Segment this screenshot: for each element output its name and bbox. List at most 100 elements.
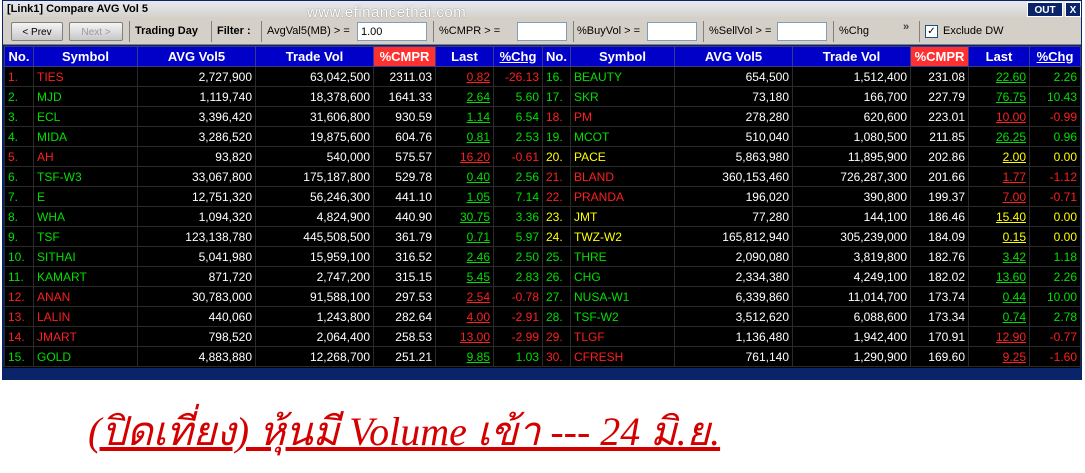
chg-cell[interactable]: -0.61 bbox=[493, 146, 543, 167]
chg-cell[interactable]: -1.60 bbox=[1029, 346, 1081, 367]
cmpr-cell[interactable]: 173.34 bbox=[910, 306, 969, 327]
cmpr-cell[interactable]: 1641.33 bbox=[373, 86, 436, 107]
symbol-cell[interactable]: THRE bbox=[570, 246, 675, 267]
cmpr-cell[interactable]: 227.79 bbox=[910, 86, 969, 107]
last-cell[interactable]: 1.14 bbox=[435, 106, 494, 127]
chg-cell[interactable]: 2.56 bbox=[493, 166, 543, 187]
table-row[interactable]: 11. KAMART 871,720 2,747,200 315.15 5.45 2.83 2… bbox=[4, 266, 1081, 287]
cmpr-cell[interactable]: 211.85 bbox=[910, 126, 969, 147]
trade-vol-cell[interactable]: 1,243,800 bbox=[255, 306, 374, 327]
chg-cell[interactable]: 0.00 bbox=[1029, 206, 1081, 227]
symbol-cell[interactable]: JMT bbox=[570, 206, 675, 227]
table-row[interactable]: 6. TSF-W3 33,067,800 175,187,800 529.78 0.40 2… bbox=[4, 166, 1081, 187]
symbol-cell[interactable]: ANAN bbox=[33, 286, 138, 307]
buyvol-filter-input[interactable] bbox=[647, 22, 697, 41]
last-cell[interactable]: 0.44 bbox=[968, 286, 1030, 307]
row-number[interactable]: 27. bbox=[542, 286, 571, 307]
chg-cell[interactable]: 2.83 bbox=[493, 266, 543, 287]
chg-cell[interactable]: -0.99 bbox=[1029, 106, 1081, 127]
symbol-cell[interactable]: TIES bbox=[33, 66, 138, 87]
symbol-cell[interactable]: MCOT bbox=[570, 126, 675, 147]
cmpr-cell[interactable]: 297.53 bbox=[373, 286, 436, 307]
cmpr-cell[interactable]: 182.76 bbox=[910, 246, 969, 267]
symbol-cell[interactable]: TSF-W2 bbox=[570, 306, 675, 327]
symbol-cell[interactable]: PM bbox=[570, 106, 675, 127]
cmpr-cell[interactable]: 930.59 bbox=[373, 106, 436, 127]
last-cell[interactable]: 13.60 bbox=[968, 266, 1030, 287]
avg-vol5-cell[interactable]: 1,119,740 bbox=[137, 86, 256, 107]
symbol-cell[interactable]: GOLD bbox=[33, 346, 138, 367]
symbol-cell[interactable]: JMART bbox=[33, 326, 138, 347]
symbol-cell[interactable]: NUSA-W1 bbox=[570, 286, 675, 307]
row-number[interactable]: 5. bbox=[4, 146, 34, 167]
chg-cell[interactable]: 2.78 bbox=[1029, 306, 1081, 327]
avg-vol5-cell[interactable]: 30,783,000 bbox=[137, 286, 256, 307]
cmpr-cell[interactable]: 441.10 bbox=[373, 186, 436, 207]
table-row[interactable]: 3. ECL 3,396,420 31,606,800 930.59 1.14 6.54 18… bbox=[4, 106, 1081, 127]
trade-vol-cell[interactable]: 1,512,400 bbox=[792, 66, 911, 87]
trade-vol-cell[interactable]: 4,824,900 bbox=[255, 206, 374, 227]
chg-cell[interactable]: 2.26 bbox=[1029, 266, 1081, 287]
table-row[interactable]: 8. WHA 1,094,320 4,824,900 440.90 30.75 3.36 23… bbox=[4, 206, 1081, 227]
trade-vol-cell[interactable]: 63,042,500 bbox=[255, 66, 374, 87]
last-cell[interactable]: 2.64 bbox=[435, 86, 494, 107]
avg-vol5-cell[interactable]: 278,280 bbox=[674, 106, 793, 127]
header-cmpr[interactable]: %CMPR bbox=[373, 46, 436, 67]
trade-vol-cell[interactable]: 15,959,100 bbox=[255, 246, 374, 267]
header-trade-vol[interactable]: Trade Vol bbox=[792, 46, 911, 67]
avg-vol5-cell[interactable]: 123,138,780 bbox=[137, 226, 256, 247]
row-number[interactable]: 16. bbox=[542, 66, 571, 87]
symbol-cell[interactable]: CHG bbox=[570, 266, 675, 287]
row-number[interactable]: 10. bbox=[4, 246, 34, 267]
symbol-cell[interactable]: WHA bbox=[33, 206, 138, 227]
symbol-cell[interactable]: TSF bbox=[33, 226, 138, 247]
trade-vol-cell[interactable]: 56,246,300 bbox=[255, 186, 374, 207]
avg-vol5-cell[interactable]: 761,140 bbox=[674, 346, 793, 367]
table-row[interactable]: 15. GOLD 4,883,880 12,268,700 251.21 9.85 1.03… bbox=[4, 346, 1081, 367]
chg-cell[interactable]: 0.00 bbox=[1029, 146, 1081, 167]
chg-cell[interactable]: 2.26 bbox=[1029, 66, 1081, 87]
table-row[interactable]: 2. MJD 1,119,740 18,378,600 1641.33 2.64 5.60 1… bbox=[4, 86, 1081, 107]
avg-vol5-cell[interactable]: 654,500 bbox=[674, 66, 793, 87]
last-cell[interactable]: 7.00 bbox=[968, 186, 1030, 207]
header-trade-vol[interactable]: Trade Vol bbox=[255, 46, 374, 67]
row-number[interactable]: 30. bbox=[542, 346, 571, 367]
row-number[interactable]: 19. bbox=[542, 126, 571, 147]
trade-vol-cell[interactable]: 1,080,500 bbox=[792, 126, 911, 147]
last-cell[interactable]: 9.25 bbox=[968, 346, 1030, 367]
chg-cell[interactable]: 3.36 bbox=[493, 206, 543, 227]
symbol-cell[interactable]: SITHAI bbox=[33, 246, 138, 267]
trade-vol-cell[interactable]: 4,249,100 bbox=[792, 266, 911, 287]
chg-cell[interactable]: 5.97 bbox=[493, 226, 543, 247]
header-last[interactable]: Last bbox=[435, 46, 494, 67]
chg-cell[interactable]: 7.14 bbox=[493, 186, 543, 207]
last-cell[interactable]: 2.46 bbox=[435, 246, 494, 267]
row-number[interactable]: 18. bbox=[542, 106, 571, 127]
last-cell[interactable]: 3.42 bbox=[968, 246, 1030, 267]
row-number[interactable]: 23. bbox=[542, 206, 571, 227]
symbol-cell[interactable]: E bbox=[33, 186, 138, 207]
last-cell[interactable]: 9.85 bbox=[435, 346, 494, 367]
header-cmpr[interactable]: %CMPR bbox=[910, 46, 969, 67]
avg-vol5-cell[interactable]: 1,136,480 bbox=[674, 326, 793, 347]
avg-vol5-cell[interactable]: 77,280 bbox=[674, 206, 793, 227]
row-number[interactable]: 6. bbox=[4, 166, 34, 187]
last-cell[interactable]: 0.82 bbox=[435, 66, 494, 87]
row-number[interactable]: 12. bbox=[4, 286, 34, 307]
avg-vol5-cell[interactable]: 2,334,380 bbox=[674, 266, 793, 287]
chg-cell[interactable]: 6.54 bbox=[493, 106, 543, 127]
row-number[interactable]: 14. bbox=[4, 326, 34, 347]
cmpr-cell[interactable]: 2311.03 bbox=[373, 66, 436, 87]
avg-vol5-cell[interactable]: 510,040 bbox=[674, 126, 793, 147]
chg-cell[interactable]: 2.53 bbox=[493, 126, 543, 147]
avg-vol5-cell[interactable]: 2,727,900 bbox=[137, 66, 256, 87]
cmpr-cell[interactable]: 361.79 bbox=[373, 226, 436, 247]
chg-cell[interactable]: -1.12 bbox=[1029, 166, 1081, 187]
row-number[interactable]: 15. bbox=[4, 346, 34, 367]
header-avg-vol5[interactable]: AVG Vol5 bbox=[674, 46, 793, 67]
chg-cell[interactable]: -0.78 bbox=[493, 286, 543, 307]
symbol-cell[interactable]: CFRESH bbox=[570, 346, 675, 367]
trade-vol-cell[interactable]: 390,800 bbox=[792, 186, 911, 207]
header-no[interactable]: No. bbox=[4, 46, 34, 67]
trade-vol-cell[interactable]: 726,287,300 bbox=[792, 166, 911, 187]
